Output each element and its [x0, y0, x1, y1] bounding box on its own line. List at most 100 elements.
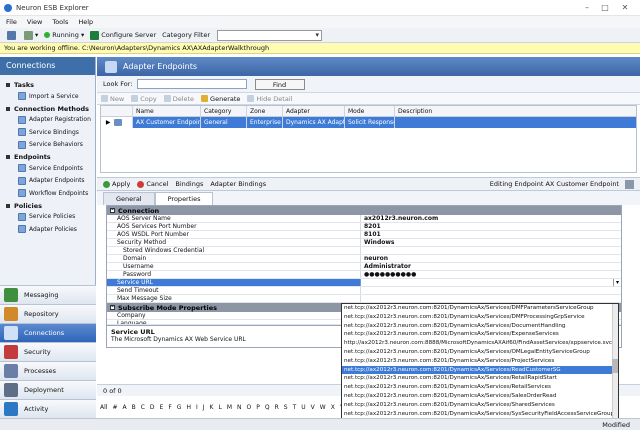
- nav-section-tasks[interactable]: Tasks: [0, 79, 95, 90]
- alpha-e[interactable]: E: [160, 404, 164, 411]
- column-category[interactable]: Category: [201, 106, 247, 116]
- alpha-g[interactable]: G: [177, 404, 182, 411]
- nav-item-import-service[interactable]: Import a Service: [0, 90, 95, 103]
- column-name[interactable]: Name: [133, 106, 201, 116]
- property-value[interactable]: [361, 287, 621, 294]
- property-row[interactable]: Security Method Windows: [107, 239, 621, 247]
- alpha-q[interactable]: Q: [265, 404, 270, 411]
- apply-button[interactable]: Apply: [103, 180, 130, 188]
- nav-item-service-endpoints[interactable]: Service Endpoints: [0, 162, 95, 175]
- alpha-n[interactable]: N: [237, 404, 242, 411]
- tab-general[interactable]: General: [103, 192, 155, 205]
- alpha-t[interactable]: T: [293, 404, 297, 411]
- alpha-hash[interactable]: #: [112, 404, 117, 411]
- save-button[interactable]: [4, 30, 21, 41]
- dropdown-item[interactable]: net.tcp://ax2012r3.neuron.com:8201/Dynam…: [342, 304, 618, 313]
- copy-button[interactable]: Copy: [131, 95, 157, 103]
- new-button[interactable]: New: [101, 95, 124, 103]
- property-value[interactable]: [361, 247, 621, 254]
- nav-section-policies[interactable]: Policies: [0, 200, 95, 211]
- dropdown-item[interactable]: net.tcp://ax2012r3.neuron.com:8201/Dynam…: [342, 374, 618, 383]
- property-row[interactable]: Username Administrator: [107, 263, 621, 271]
- property-row[interactable]: Send Timeout: [107, 287, 621, 295]
- dropdown-item[interactable]: net.tcp://ax2012r3.neuron.com:8201/Dynam…: [342, 383, 618, 392]
- property-value[interactable]: neuron: [361, 255, 621, 262]
- nav-item-service-bindings[interactable]: Service Bindings: [0, 126, 95, 139]
- nav-item-service-policies[interactable]: Service Policies: [0, 211, 95, 224]
- alpha-j[interactable]: J: [203, 404, 205, 411]
- menu-tools[interactable]: Tools: [52, 18, 68, 26]
- dropdown-item[interactable]: net.tcp://ax2012r3.neuron.com:8201/Dynam…: [342, 322, 618, 331]
- menu-help[interactable]: Help: [78, 18, 93, 26]
- module-connections[interactable]: Connections: [0, 323, 96, 342]
- dropdown-item[interactable]: net.tcp://ax2012r3.neuron.com:8201/Dynam…: [342, 392, 618, 401]
- nav-item-adapter-registration[interactable]: Adapter Registration: [0, 114, 95, 127]
- alpha-i[interactable]: I: [196, 404, 198, 411]
- dropdown-item[interactable]: http://ax2012r3.neuron.com:8888/Microsof…: [342, 339, 618, 348]
- hide-detail-button[interactable]: Hide Detail: [247, 95, 292, 103]
- minimize-button[interactable]: –: [580, 2, 594, 14]
- property-row[interactable]: Domain neuron: [107, 255, 621, 263]
- alpha-v[interactable]: V: [311, 404, 315, 411]
- maximize-button[interactable]: □: [598, 2, 612, 14]
- nav-item-adapter-endpoints[interactable]: Adapter Endpoints: [0, 175, 95, 188]
- property-value[interactable]: Administrator: [361, 263, 621, 270]
- menu-file[interactable]: File: [6, 18, 17, 26]
- category-filter-select[interactable]: [217, 29, 322, 41]
- property-value[interactable]: Windows: [361, 239, 621, 246]
- property-value[interactable]: [361, 295, 621, 302]
- alpha-m[interactable]: M: [227, 404, 232, 411]
- alpha-c[interactable]: C: [141, 404, 145, 411]
- alpha-k[interactable]: K: [210, 404, 214, 411]
- property-category-connection[interactable]: – Connection: [107, 206, 621, 215]
- column-mode[interactable]: Mode: [345, 106, 395, 116]
- bindings-button[interactable]: Bindings: [175, 180, 203, 188]
- column-description[interactable]: Description: [395, 106, 636, 116]
- property-row[interactable]: AOS Services Port Number 8201: [107, 223, 621, 231]
- lookfor-input[interactable]: [136, 79, 247, 89]
- alpha-u[interactable]: U: [301, 404, 305, 411]
- alpha-f[interactable]: F: [168, 404, 171, 411]
- nav-section-connection-methods[interactable]: Connection Methods: [0, 103, 95, 114]
- alpha-h[interactable]: H: [186, 404, 191, 411]
- property-row[interactable]: AOS Server Name ax2012r3.neuron.com: [107, 215, 621, 223]
- detail-toggle-icon[interactable]: [625, 179, 634, 189]
- module-processes[interactable]: Processes: [0, 361, 96, 380]
- table-row[interactable]: ▶ AX Customer Endpoint General Enterpris…: [101, 117, 636, 128]
- module-deployment[interactable]: Deployment: [0, 380, 96, 399]
- adapter-bindings-button[interactable]: Adapter Bindings: [210, 180, 266, 188]
- module-messaging[interactable]: Messaging: [0, 285, 96, 304]
- dropdown-item[interactable]: net.tcp://ax2012r3.neuron.com:8201/Dynam…: [342, 357, 618, 366]
- alpha-w[interactable]: W: [320, 404, 326, 411]
- dropdown-scrollbar[interactable]: [612, 304, 618, 425]
- property-value[interactable]: 8101: [361, 231, 621, 238]
- service-url-input[interactable]: [361, 279, 613, 286]
- property-value[interactable]: ax2012r3.neuron.com: [361, 215, 621, 222]
- property-row[interactable]: Password ●●●●●●●●●●: [107, 271, 621, 279]
- alpha-p[interactable]: P: [256, 404, 260, 411]
- dropdown-item[interactable]: net.tcp://ax2012r3.neuron.com:8201/Dynam…: [342, 313, 618, 322]
- alpha-d[interactable]: D: [150, 404, 155, 411]
- generate-button[interactable]: Generate: [201, 95, 240, 103]
- alpha-r[interactable]: R: [275, 404, 279, 411]
- configure-server-button[interactable]: Configure Server: [87, 30, 159, 41]
- alpha-l[interactable]: L: [218, 404, 221, 411]
- property-value[interactable]: 8201: [361, 223, 621, 230]
- nav-section-endpoints[interactable]: Endpoints: [0, 151, 95, 162]
- module-activity[interactable]: Activity: [0, 399, 96, 418]
- nav-item-workflow-endpoints[interactable]: Workflow Endpoints: [0, 187, 95, 200]
- status-button[interactable]: Running ▾: [41, 30, 87, 41]
- alpha-s[interactable]: S: [284, 404, 288, 411]
- nav-item-adapter-policies[interactable]: Adapter Policies: [0, 223, 95, 236]
- close-button[interactable]: ✕: [618, 2, 632, 14]
- module-repository[interactable]: Repository: [0, 304, 96, 323]
- property-row[interactable]: Max Message Size: [107, 295, 621, 303]
- nav-item-service-behaviors[interactable]: Service Behaviors: [0, 139, 95, 152]
- cancel-button[interactable]: Cancel: [137, 180, 168, 188]
- menu-view[interactable]: View: [27, 18, 42, 26]
- dropdown-scroll-thumb[interactable]: [612, 359, 618, 373]
- property-row[interactable]: Stored Windows Credential: [107, 247, 621, 255]
- column-adapter[interactable]: Adapter: [283, 106, 345, 116]
- alpha-b[interactable]: B: [132, 404, 136, 411]
- property-value[interactable]: ●●●●●●●●●●: [361, 271, 621, 278]
